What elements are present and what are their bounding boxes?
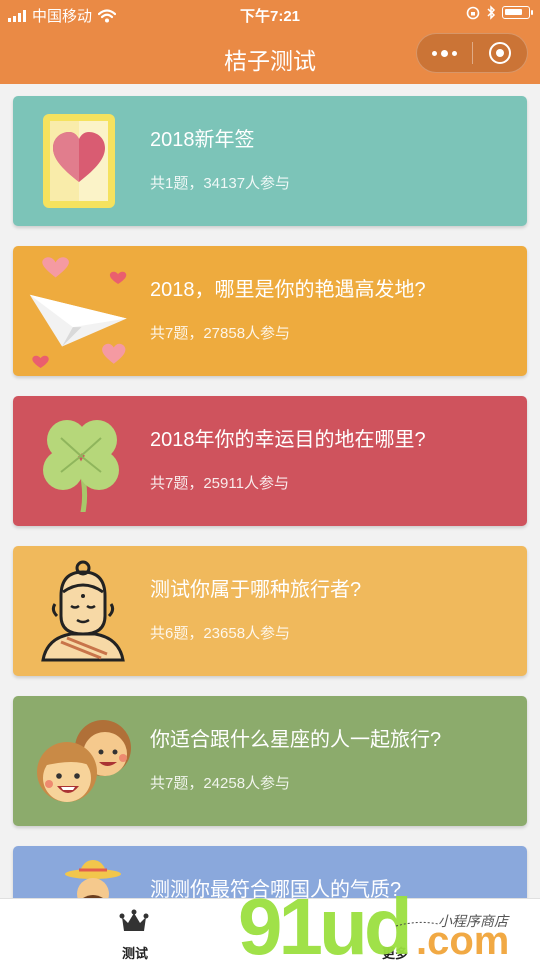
quiz-card[interactable]: 2018新年签 共1题，34137人参与 xyxy=(13,96,527,226)
target-icon xyxy=(488,42,511,64)
tab-test[interactable]: 测试 xyxy=(0,899,270,960)
quiz-card[interactable]: 2018年你的幸运目的地在哪里? 共7题，25911人参与 xyxy=(13,396,527,526)
battery-icon xyxy=(502,6,533,19)
four-leaf-clover-icon xyxy=(43,420,119,512)
quiz-meta: 共7题，27858人参与 xyxy=(150,325,291,342)
nav-bar: 桔子测试 xyxy=(0,30,540,84)
close-miniprogram-button[interactable] xyxy=(473,33,527,73)
svg-text:91ud: 91ud xyxy=(238,888,409,960)
quiz-title: 测试你属于哪种旅行者? xyxy=(150,579,362,601)
quiz-card[interactable]: 测试你属于哪种旅行者? 共6题，23658人参与 xyxy=(13,546,527,676)
status-right xyxy=(466,5,533,20)
watermark-tagline: 小程序商店 xyxy=(438,914,510,930)
quiz-meta: 共7题，24258人参与 xyxy=(150,775,291,792)
crown-icon xyxy=(119,909,149,931)
quiz-title: 2018，哪里是你的艳遇高发地? xyxy=(150,279,426,301)
tab-label: 测试 xyxy=(121,946,148,960)
quiz-card[interactable]: 你适合跟什么星座的人一起旅行? 共7题，24258人参与 xyxy=(13,696,527,826)
watermark-logo: 91ud .com 小程序商店 xyxy=(238,888,510,960)
quiz-title: 2018新年签 xyxy=(150,129,255,151)
bluetooth-icon xyxy=(487,5,496,20)
quiz-list: 2018新年签 共1题，34137人参与 2018，哪里是你的艳遇高发地? 共7… xyxy=(13,96,527,960)
more-options-button[interactable] xyxy=(417,33,472,73)
heart-card-icon xyxy=(43,114,115,208)
paper-plane-hearts-icon xyxy=(29,257,127,368)
orientation-lock-icon xyxy=(466,6,480,19)
quiz-card[interactable]: 2018，哪里是你的艳遇高发地? 共7题，27858人参与 xyxy=(13,246,527,376)
quiz-meta: 共6题，23658人参与 xyxy=(150,625,291,642)
two-faces-icon xyxy=(37,720,131,802)
buddha-icon xyxy=(41,560,125,662)
clock: 下午7:21 xyxy=(239,8,301,25)
quiz-title: 你适合跟什么星座的人一起旅行? xyxy=(150,729,442,751)
status-bar: 中国移动 下午7:21 xyxy=(0,0,540,30)
capsule-menu xyxy=(416,33,528,73)
quiz-meta: 共1题，34137人参与 xyxy=(150,175,291,192)
quiz-meta: 共7题，25911人参与 xyxy=(150,475,289,492)
quiz-title: 2018年你的幸运目的地在哪里? xyxy=(150,429,426,451)
